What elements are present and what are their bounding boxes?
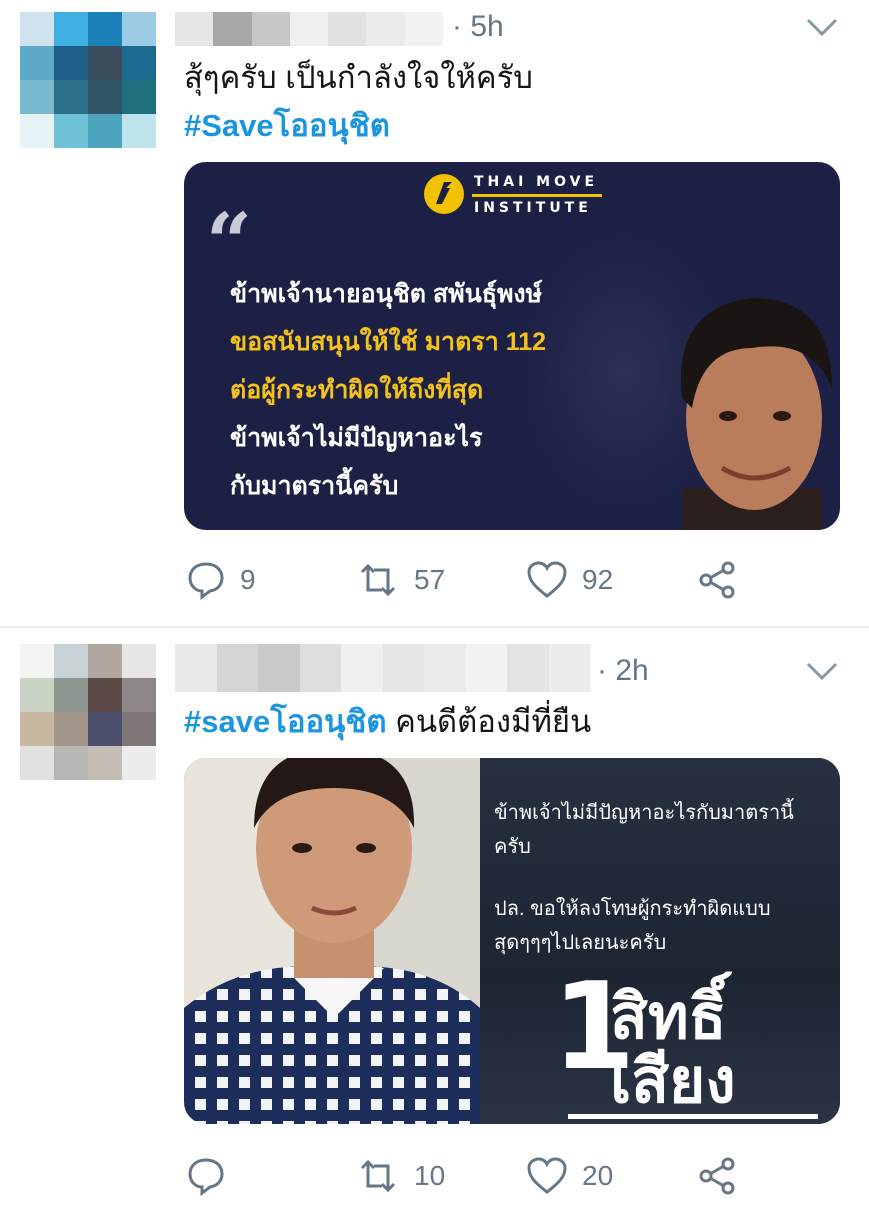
like-count: 20 <box>582 1160 614 1191</box>
tweet-text-body: คนดีต้องมีที่ยืน <box>386 704 592 739</box>
tweet-actions: 10 20 <box>186 1152 746 1200</box>
tweet-time[interactable]: · 2h <box>597 654 649 688</box>
quote-line: ครับ <box>494 836 531 858</box>
person-photo <box>184 758 480 1124</box>
chevron-down-icon[interactable] <box>804 660 840 682</box>
heart-icon <box>527 1157 567 1194</box>
retweet-count: 10 <box>414 1160 446 1191</box>
hashtag-link[interactable]: #saveโออนุชิต <box>184 704 386 739</box>
retweet-button[interactable]: 10 <box>356 1152 445 1200</box>
big-title-line: สิทธิ์ <box>610 983 727 1052</box>
tweet-separator <box>0 626 869 628</box>
tweet-media-image[interactable]: ข้าพเจ้าไม่มีปัญหาอะไรกับมาตรานี้ ครับ ป… <box>184 758 840 1124</box>
reply-icon <box>188 1158 224 1196</box>
share-icon <box>699 1157 735 1195</box>
big-title-line: เสียง <box>610 1047 736 1116</box>
quote-line: ปล. ขอให้ลงโทษผู้กระทำผิดแบบ <box>494 898 771 920</box>
tweet-text: #saveโออนุชิต คนดีต้องมีที่ยืน <box>184 700 591 744</box>
underline-bar <box>568 1114 818 1119</box>
retweet-icon <box>360 1159 396 1193</box>
like-button[interactable]: 20 <box>526 1152 613 1200</box>
share-button[interactable] <box>696 1152 738 1200</box>
username-blurred[interactable] <box>175 644 590 692</box>
quote-line: สุดๆๆๆไปเลยนะครับ <box>494 932 667 954</box>
quote-line: ข้าพเจ้าไม่มีปัญหาอะไรกับมาตรานี้ <box>494 802 794 824</box>
avatar[interactable] <box>20 644 156 780</box>
quote-panel: ข้าพเจ้าไม่มีปัญหาอะไรกับมาตรานี้ ครับ ป… <box>480 758 840 1124</box>
reply-button[interactable] <box>186 1152 240 1200</box>
tweet[interactable]: · 2h #saveโออนุชิต คนดีต้องมีที่ยืน ข้าพ… <box>0 0 869 1196</box>
